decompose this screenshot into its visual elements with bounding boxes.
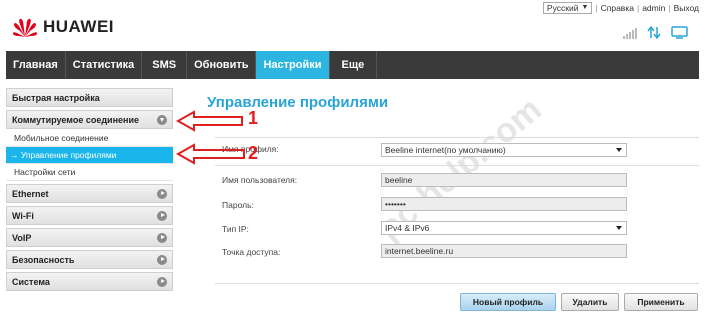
apn-row: Точка доступа: [222,247,370,257]
sidebar-item-label: Система [12,276,50,287]
sidebar-item-label: Безопасность [12,254,75,265]
password-field[interactable]: ••••••• [381,197,627,211]
top-links: Русский ▼ | Справка | admin | Выход [542,2,699,14]
page-title: Управление профилями [207,94,389,111]
sidebar-item-label: Wi-Fi [12,210,34,221]
annotation-arrow-2 [176,143,245,165]
sidebar: Быстрая настройка Коммутируемое соединен… [6,88,173,294]
divider [215,283,699,284]
iptype-value: IPv4 & IPv6 [385,223,430,233]
sidebar-item-label: Быстрая настройка [12,92,100,103]
connection-monitor-icon [671,26,688,39]
chevron-down-icon: ▼ [581,4,589,11]
nav-statistics[interactable]: Статистика [66,51,143,79]
sidebar-subitem-network-settings[interactable]: Настройки сети [6,164,173,181]
signal-strength-icon [623,27,637,39]
sidebar-item-dialup[interactable]: Коммутируемое соединение [6,110,173,129]
username-row: Имя пользователя: [222,175,370,185]
iptype-label: Тип IP: [222,224,249,234]
user-name: admin [642,3,666,13]
sidebar-item-wifi[interactable]: Wi-Fi [6,206,173,225]
huawei-logo: HUAWEI [12,16,114,38]
sidebar-subitem-profile-management[interactable]: → Управление профилями [6,147,173,164]
chevron-down-icon [616,226,622,230]
nav-update[interactable]: Обновить [187,51,257,79]
chevron-right-icon [157,254,167,265]
sidebar-item-security[interactable]: Безопасность [6,250,173,269]
profile-value: Beeline internet(по умолчанию) [385,145,506,155]
language-value: Русский [546,3,579,13]
sidebar-item-label: Коммутируемое соединение [12,114,139,125]
chevron-right-icon [157,188,167,199]
password-row: Пароль: [222,200,370,210]
iptype-row: Тип IP: [222,224,370,234]
nav-settings[interactable]: Настройки [256,51,330,79]
password-value: ••••••• [385,199,406,209]
divider [215,137,699,138]
brand-name: HUAWEI [43,17,114,36]
iptype-select[interactable]: IPv4 & IPv6 [381,221,627,235]
sidebar-item-ethernet[interactable]: Ethernet [6,184,173,203]
annotation-arrow-1 [176,110,243,132]
password-label: Пароль: [222,200,254,210]
nav-more[interactable]: Еще [330,51,378,79]
main-navbar: Главная Статистика SMS Обновить Настройк… [6,51,699,79]
sidebar-item-voip[interactable]: VoIP [6,228,173,247]
chevron-down-icon [616,148,622,152]
sidebar-item-label: Ethernet [12,188,49,199]
annotation-number-2: 2 [248,143,259,163]
language-select[interactable]: Русский ▼ [542,2,593,14]
annotation-number-1: 1 [248,108,259,128]
nav-sms[interactable]: SMS [142,51,188,79]
profile-select[interactable]: Beeline internet(по умолчанию) [381,143,627,157]
chevron-down-icon [157,114,167,125]
huawei-logo-icon [12,18,38,37]
username-value: beeline [385,175,413,185]
chevron-right-icon [157,210,167,221]
sidebar-subitem-mobile-connection[interactable]: Мобильное соединение [6,130,173,147]
apn-value: internet.beeline.ru [385,246,454,256]
delete-button[interactable]: Удалить [561,293,619,311]
apn-field[interactable]: internet.beeline.ru [381,244,627,258]
nav-home[interactable]: Главная [6,51,66,79]
status-icons [623,26,689,39]
sidebar-item-label: VoIP [12,232,32,243]
new-profile-button[interactable]: Новый профиль [460,293,556,311]
username-field[interactable]: beeline [381,173,627,187]
data-transfer-icon [647,26,661,39]
username-label: Имя пользователя: [222,175,298,185]
sidebar-item-system[interactable]: Система [6,272,173,291]
logout-link[interactable]: Выход [674,3,699,13]
chevron-right-icon [157,232,167,243]
apply-button[interactable]: Применить [624,293,698,311]
chevron-right-icon [157,276,167,287]
divider [215,165,699,166]
help-link[interactable]: Справка [601,3,634,13]
sidebar-item-quick-setup[interactable]: Быстрая настройка [6,88,173,107]
apn-label: Точка доступа: [222,247,281,257]
